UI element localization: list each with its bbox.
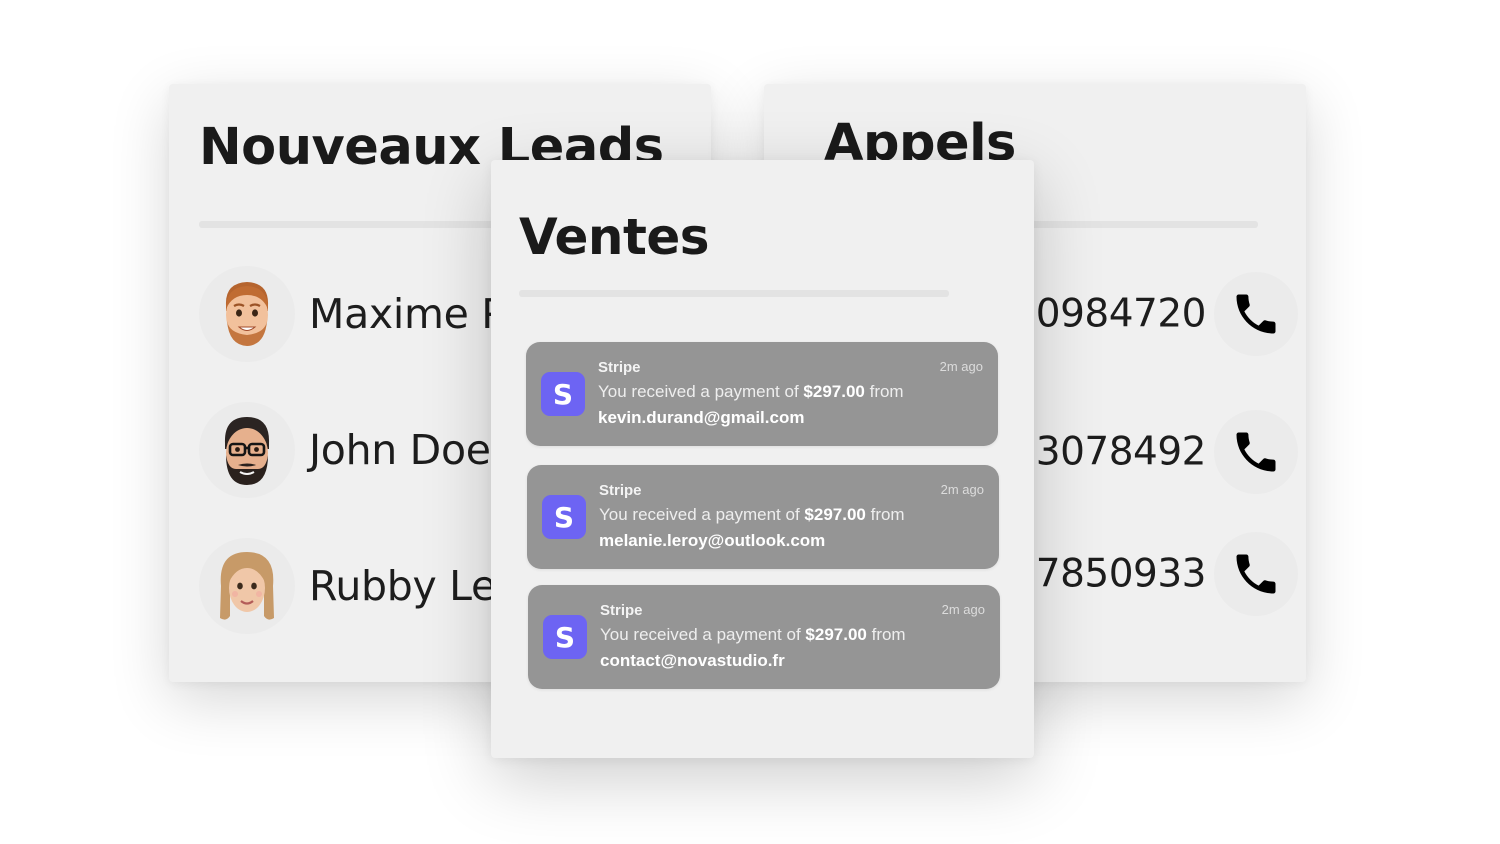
payer-email: melanie.leroy@outlook.com xyxy=(599,531,826,550)
memoji-blonde-woman-icon xyxy=(199,538,295,634)
stripe-notification[interactable]: S Stripe 2m ago You received a payment o… xyxy=(526,342,998,446)
ventes-title: Ventes xyxy=(519,208,710,266)
phone-icon xyxy=(1236,294,1276,334)
call-number: 37850933 xyxy=(1011,551,1206,597)
notification-time: 2m ago xyxy=(941,602,985,617)
notification-app-name: Stripe xyxy=(600,602,643,619)
lead-name: John Doe xyxy=(309,426,491,474)
phone-icon xyxy=(1236,554,1276,594)
call-number: 30984720 xyxy=(1011,291,1206,337)
notification-message: You received a payment of $297.00 from xyxy=(600,625,906,644)
lead-item[interactable]: Rubby Le xyxy=(199,536,496,636)
call-number: 63078492 xyxy=(1011,429,1206,475)
ventes-divider xyxy=(519,290,949,297)
lead-item[interactable]: John Doe xyxy=(199,400,491,500)
notification-message: You received a payment of $297.00 from xyxy=(599,505,905,524)
call-button[interactable] xyxy=(1214,532,1298,616)
lead-item[interactable]: Maxime P xyxy=(199,264,506,364)
payment-amount: $297.00 xyxy=(805,625,867,644)
notification-app-name: Stripe xyxy=(599,482,642,499)
lead-name: Maxime P xyxy=(309,290,506,338)
notification-message: You received a payment of $297.00 from xyxy=(598,382,904,401)
lead-name: Rubby Le xyxy=(309,562,496,610)
payment-amount: $297.00 xyxy=(804,505,866,524)
stripe-logo-icon: S xyxy=(543,615,587,659)
notification-time: 2m ago xyxy=(940,482,984,497)
payment-amount: $297.00 xyxy=(803,382,865,401)
payer-email: contact@novastudio.fr xyxy=(600,651,785,670)
stripe-notification[interactable]: S Stripe 2m ago You received a payment o… xyxy=(528,585,1000,689)
payer-email: kevin.durand@gmail.com xyxy=(598,408,805,427)
stripe-notification[interactable]: S Stripe 2m ago You received a payment o… xyxy=(527,465,999,569)
stripe-logo-icon: S xyxy=(542,495,586,539)
stripe-logo-icon: S xyxy=(541,372,585,416)
call-button[interactable] xyxy=(1214,272,1298,356)
notification-time: 2m ago xyxy=(939,359,983,374)
phone-icon xyxy=(1236,432,1276,472)
ventes-card: Ventes S Stripe 2m ago You received a pa… xyxy=(491,160,1034,758)
notification-app-name: Stripe xyxy=(598,359,641,376)
call-button[interactable] xyxy=(1214,410,1298,494)
memoji-glasses-beard-icon xyxy=(199,402,295,498)
memoji-ginger-beard-icon xyxy=(199,266,295,362)
